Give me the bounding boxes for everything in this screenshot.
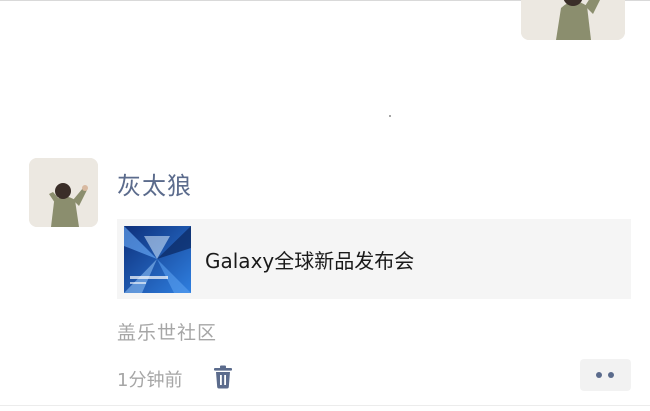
trash-icon[interactable]: [212, 365, 234, 389]
link-title: Galaxy全球新品发布会: [205, 249, 415, 273]
person-photo-icon: [521, 0, 625, 40]
more-button[interactable]: [580, 359, 631, 391]
bottom-divider: [0, 405, 650, 406]
more-dots-icon: [608, 372, 614, 378]
galaxy-thumbnail-icon: [124, 226, 191, 293]
author-avatar[interactable]: [29, 158, 98, 227]
shared-link-card[interactable]: Galaxy全球新品发布会: [117, 219, 631, 299]
person-photo-icon: [29, 158, 98, 227]
decorative-speck: [389, 115, 391, 117]
post-timestamp: 1分钟前: [117, 370, 183, 391]
more-dots-icon: [596, 372, 602, 378]
source-label[interactable]: 盖乐世社区: [117, 318, 217, 345]
galaxy-event-thumbnail: [124, 226, 191, 293]
post-username[interactable]: 灰太狼: [117, 166, 192, 201]
own-avatar[interactable]: [521, 0, 625, 40]
